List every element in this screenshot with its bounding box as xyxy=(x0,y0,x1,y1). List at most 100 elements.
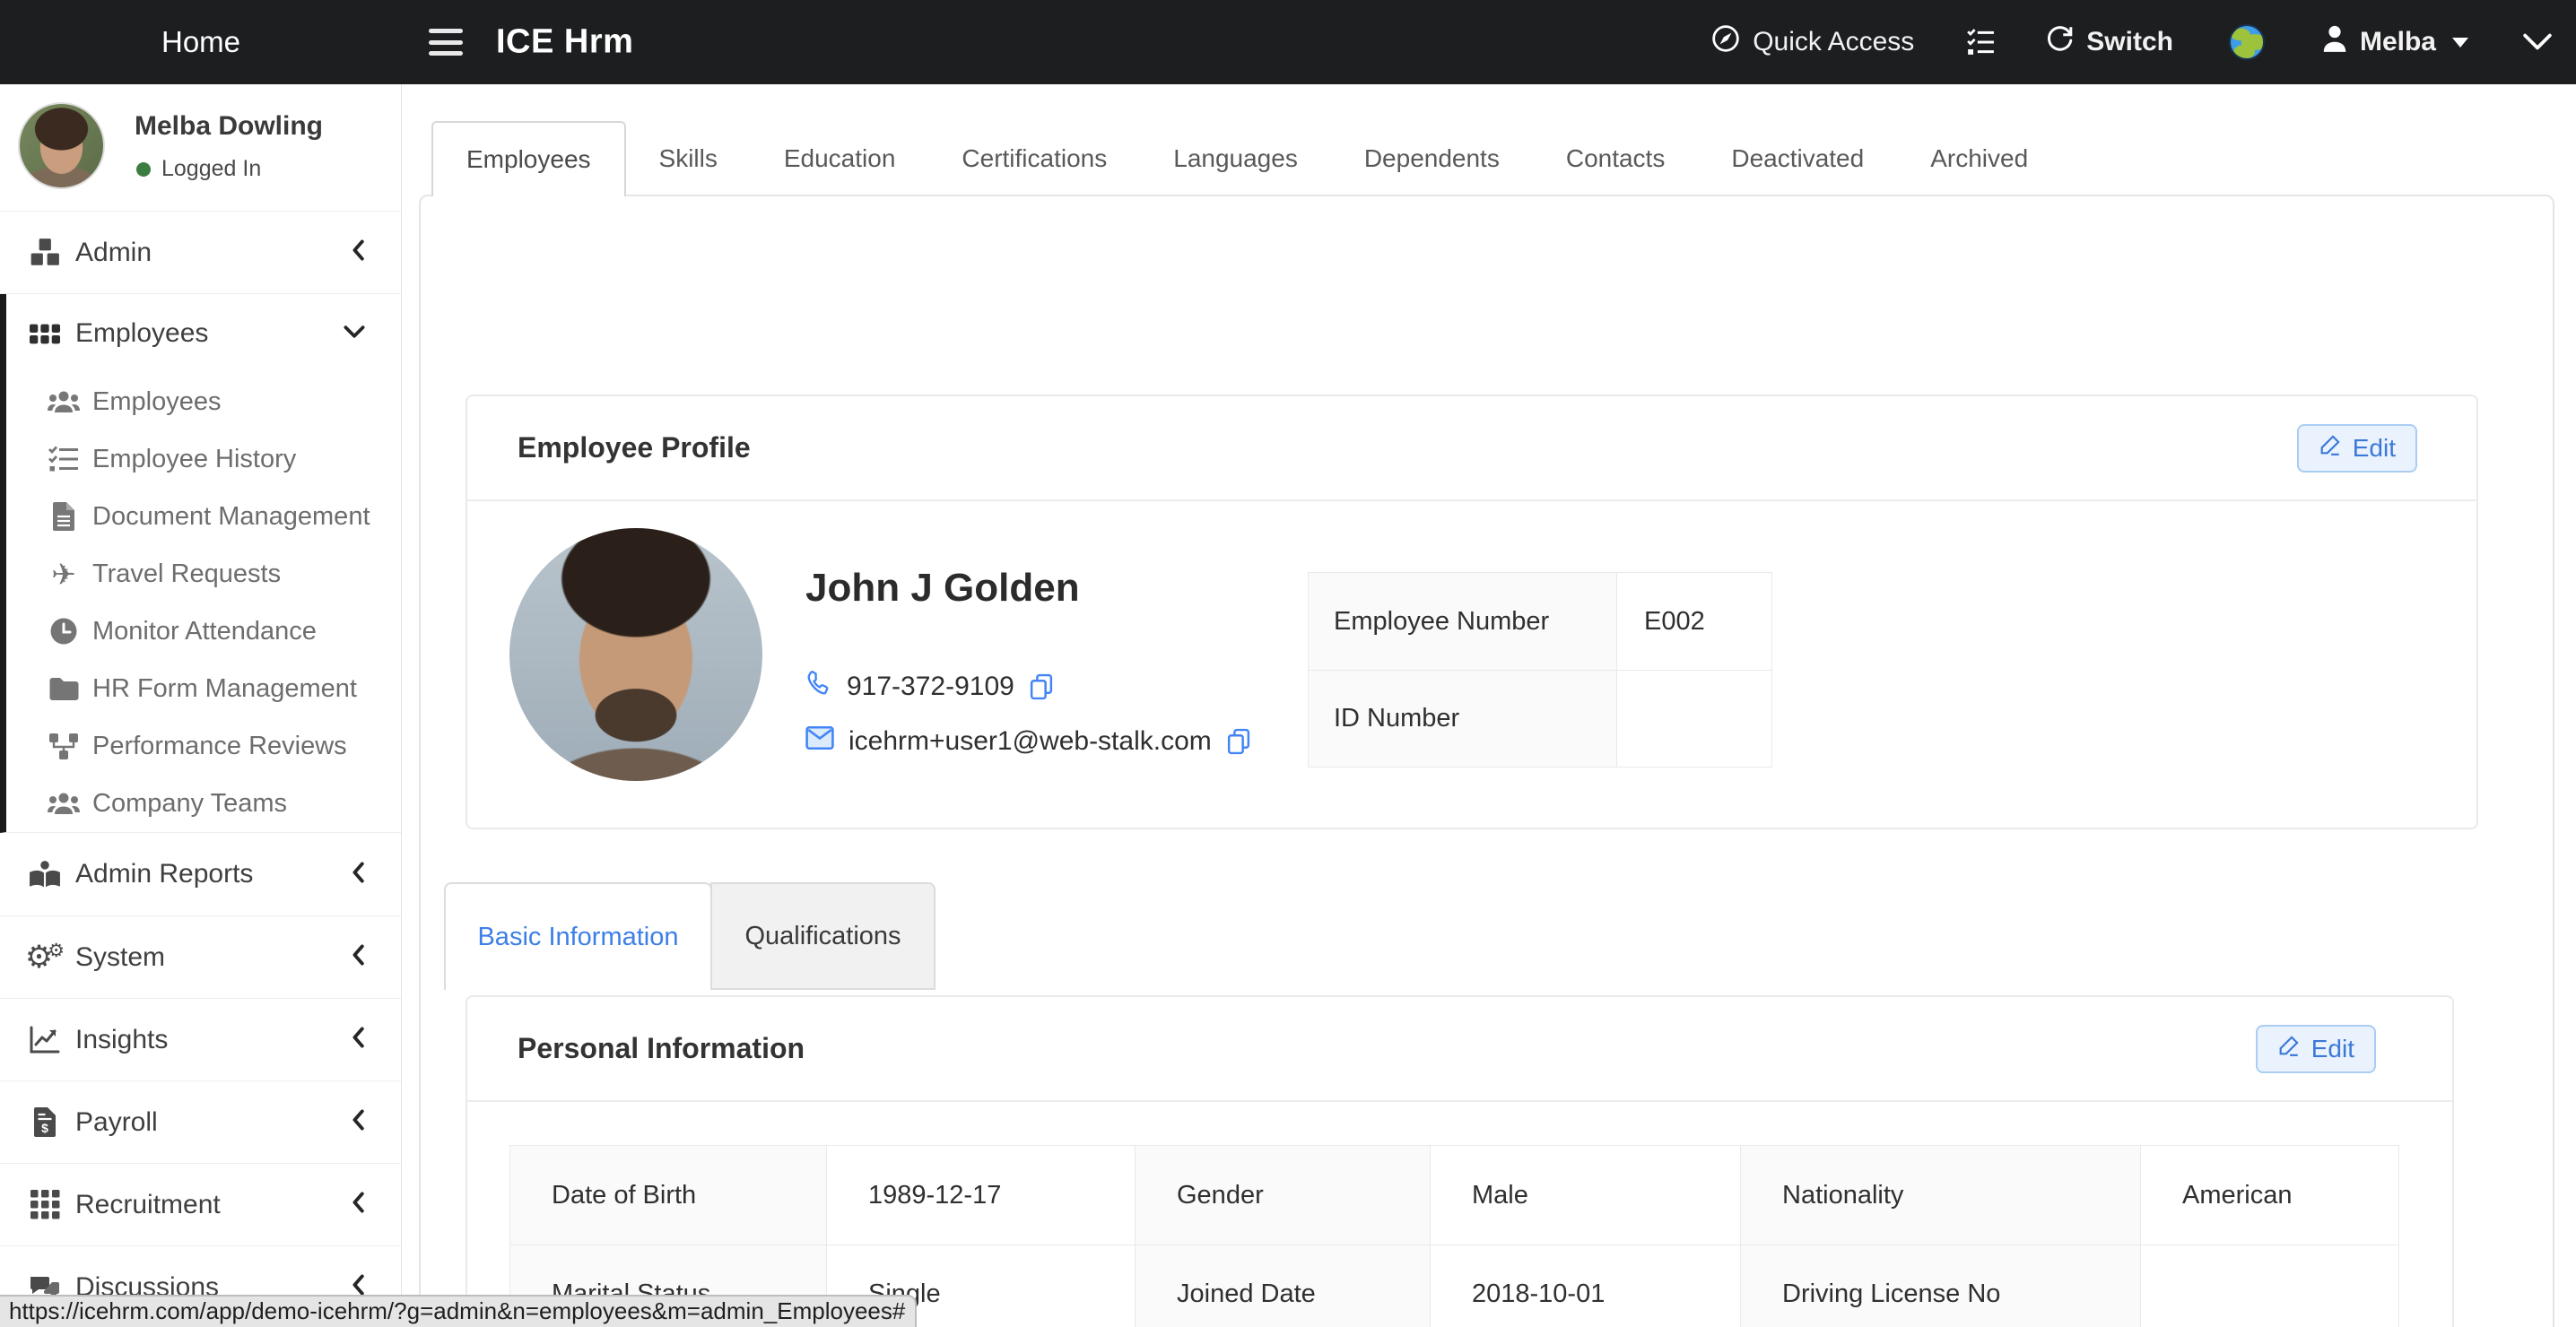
sidebar-item-recruitment[interactable]: Recruitment xyxy=(0,1163,401,1245)
tab-dependents[interactable]: Dependents xyxy=(1331,121,1533,196)
grid-icon xyxy=(25,324,65,344)
sidebar-item-performance-reviews[interactable]: Performance Reviews xyxy=(6,717,401,775)
employee-id-table: Employee Number E002 ID Number xyxy=(1308,572,1772,768)
table-row: Employee Number E002 xyxy=(1309,573,1771,670)
tab-skills[interactable]: Skills xyxy=(626,121,751,196)
file-lines-icon xyxy=(46,501,82,532)
tab-education[interactable]: Education xyxy=(751,121,929,196)
tab-languages[interactable]: Languages xyxy=(1140,121,1331,196)
field-value: 2018-10-01 xyxy=(1431,1245,1741,1327)
field-label: Joined Date xyxy=(1136,1245,1431,1327)
chevron-left-icon xyxy=(351,1192,365,1218)
sidebar-item-admin-reports[interactable]: Admin Reports xyxy=(0,833,401,915)
sidebar-item-insights[interactable]: Insights xyxy=(0,998,401,1080)
field-value: 1989-12-17 xyxy=(827,1146,1136,1245)
gears-icon: ⚙⚙ xyxy=(25,941,65,973)
sidebar-item-hr-form-management[interactable]: HR Form Management xyxy=(6,660,401,717)
personal-information-card: Personal Information Edit Date of Birth … xyxy=(466,995,2454,1327)
book-reader-icon xyxy=(25,861,65,889)
users-icon xyxy=(46,390,82,414)
module-tabs: Employees Skills Education Certification… xyxy=(431,121,2061,196)
home-link[interactable]: Home xyxy=(0,25,402,59)
field-label: Employee Number xyxy=(1309,573,1617,670)
sidebar-item-company-teams[interactable]: Company Teams xyxy=(6,775,401,832)
field-label: ID Number xyxy=(1309,671,1617,767)
sidebar-item-document-management[interactable]: Document Management xyxy=(6,488,401,545)
users-icon xyxy=(46,792,82,816)
field-value xyxy=(2141,1245,2398,1327)
profile-photo[interactable] xyxy=(509,528,762,781)
sidebar-group-employees: Employees Employees Employee History xyxy=(0,294,401,833)
tab-basic-information[interactable]: Basic Information xyxy=(444,882,712,990)
folder-icon xyxy=(46,676,82,701)
field-label: Driving License No xyxy=(1741,1245,2141,1327)
top-navbar: Home ICE Hrm Quick Access Switch xyxy=(0,0,2576,84)
app-brand[interactable]: ICE Hrm xyxy=(496,23,633,62)
sidebar-item-system[interactable]: ⚙⚙ System xyxy=(0,915,401,998)
user-name: Melba Dowling xyxy=(135,111,323,142)
phone-row: 917-372-9109 xyxy=(805,670,1054,704)
field-label: Date of Birth xyxy=(510,1146,827,1245)
list-check-icon xyxy=(46,446,82,473)
copy-icon[interactable] xyxy=(1029,673,1054,700)
file-invoice-dollar-icon: $ xyxy=(25,1106,65,1138)
status-url: https://icehrm.com/app/demo-icehrm/?g=ad… xyxy=(0,1295,917,1327)
sidebar-item-travel-requests[interactable]: ✈ Travel Requests xyxy=(6,545,401,603)
email-row: icehrm+user1@web-stalk.com xyxy=(805,725,1251,758)
rotate-icon xyxy=(2045,24,2074,60)
employee-profile-card: Employee Profile Edit John J Golden xyxy=(466,395,2478,829)
field-value: American xyxy=(2141,1146,2398,1245)
icehrm-app: Home ICE Hrm Quick Access Switch xyxy=(0,0,2576,1327)
tab-contacts[interactable]: Contacts xyxy=(1533,121,1699,196)
compass-icon xyxy=(1711,24,1740,60)
sidebar-item-admin[interactable]: Admin xyxy=(0,212,401,294)
card-title: Personal Information xyxy=(518,1032,805,1065)
field-label: Nationality xyxy=(1741,1146,2141,1245)
pencil-icon xyxy=(2319,433,2342,463)
tab-certifications[interactable]: Certifications xyxy=(928,121,1140,196)
chart-line-icon xyxy=(25,1026,65,1054)
employee-profile-header: Employee Profile Edit xyxy=(467,396,2476,501)
sidebar: Melba Dowling Logged In Admin Employees xyxy=(0,84,402,1327)
edit-profile-button[interactable]: Edit xyxy=(2297,424,2417,473)
sidebar-item-employee-history[interactable]: Employee History xyxy=(6,430,401,488)
phone-number[interactable]: 917-372-9109 xyxy=(847,672,1014,702)
email-address[interactable]: icehrm+user1@web-stalk.com xyxy=(849,726,1212,757)
tab-employees[interactable]: Employees xyxy=(431,121,626,196)
edit-personal-information-button[interactable]: Edit xyxy=(2256,1025,2376,1073)
quick-access-button[interactable]: Quick Access xyxy=(1711,24,1914,60)
navbar-right: Quick Access Switch Melba xyxy=(1711,0,2553,84)
field-value: Male xyxy=(1431,1146,1741,1245)
tasks-icon[interactable] xyxy=(1966,28,1995,56)
tab-archived[interactable]: Archived xyxy=(1897,121,2061,196)
card-title: Employee Profile xyxy=(518,431,751,464)
field-value xyxy=(1617,671,1771,767)
person-icon xyxy=(2322,24,2347,60)
avatar xyxy=(18,102,105,189)
sidebar-item-employees-group[interactable]: Employees xyxy=(6,294,401,373)
sidebar-item-monitor-attendance[interactable]: Monitor Attendance xyxy=(6,603,401,660)
copy-icon[interactable] xyxy=(1226,728,1251,755)
detail-subtabs: Basic Information Qualifications xyxy=(444,882,936,990)
plane-icon: ✈ xyxy=(46,559,82,589)
chevron-left-icon xyxy=(351,862,365,888)
employee-name: John J Golden xyxy=(805,566,1080,611)
login-status: Logged In xyxy=(136,156,261,182)
field-label: Gender xyxy=(1136,1146,1431,1245)
table-row: ID Number xyxy=(1309,670,1771,767)
tab-qualifications[interactable]: Qualifications xyxy=(710,882,936,990)
envelope-icon xyxy=(805,725,834,758)
switch-button[interactable]: Switch xyxy=(2045,24,2173,60)
sidebar-item-employees[interactable]: Employees xyxy=(6,373,401,430)
user-menu[interactable]: Melba xyxy=(2322,24,2468,60)
clock-icon xyxy=(46,617,82,646)
status-dot-icon xyxy=(136,162,151,177)
language-globe-icon[interactable] xyxy=(2229,24,2265,60)
chevron-left-icon xyxy=(351,239,365,265)
svg-text:$: $ xyxy=(41,1121,48,1135)
sidebar-item-payroll[interactable]: $ Payroll xyxy=(0,1080,401,1163)
navbar-chevron-down-icon[interactable] xyxy=(2522,32,2553,52)
hamburger-icon[interactable] xyxy=(429,29,465,56)
tab-deactivated[interactable]: Deactivated xyxy=(1698,121,1897,196)
chevron-down-icon xyxy=(344,325,365,343)
